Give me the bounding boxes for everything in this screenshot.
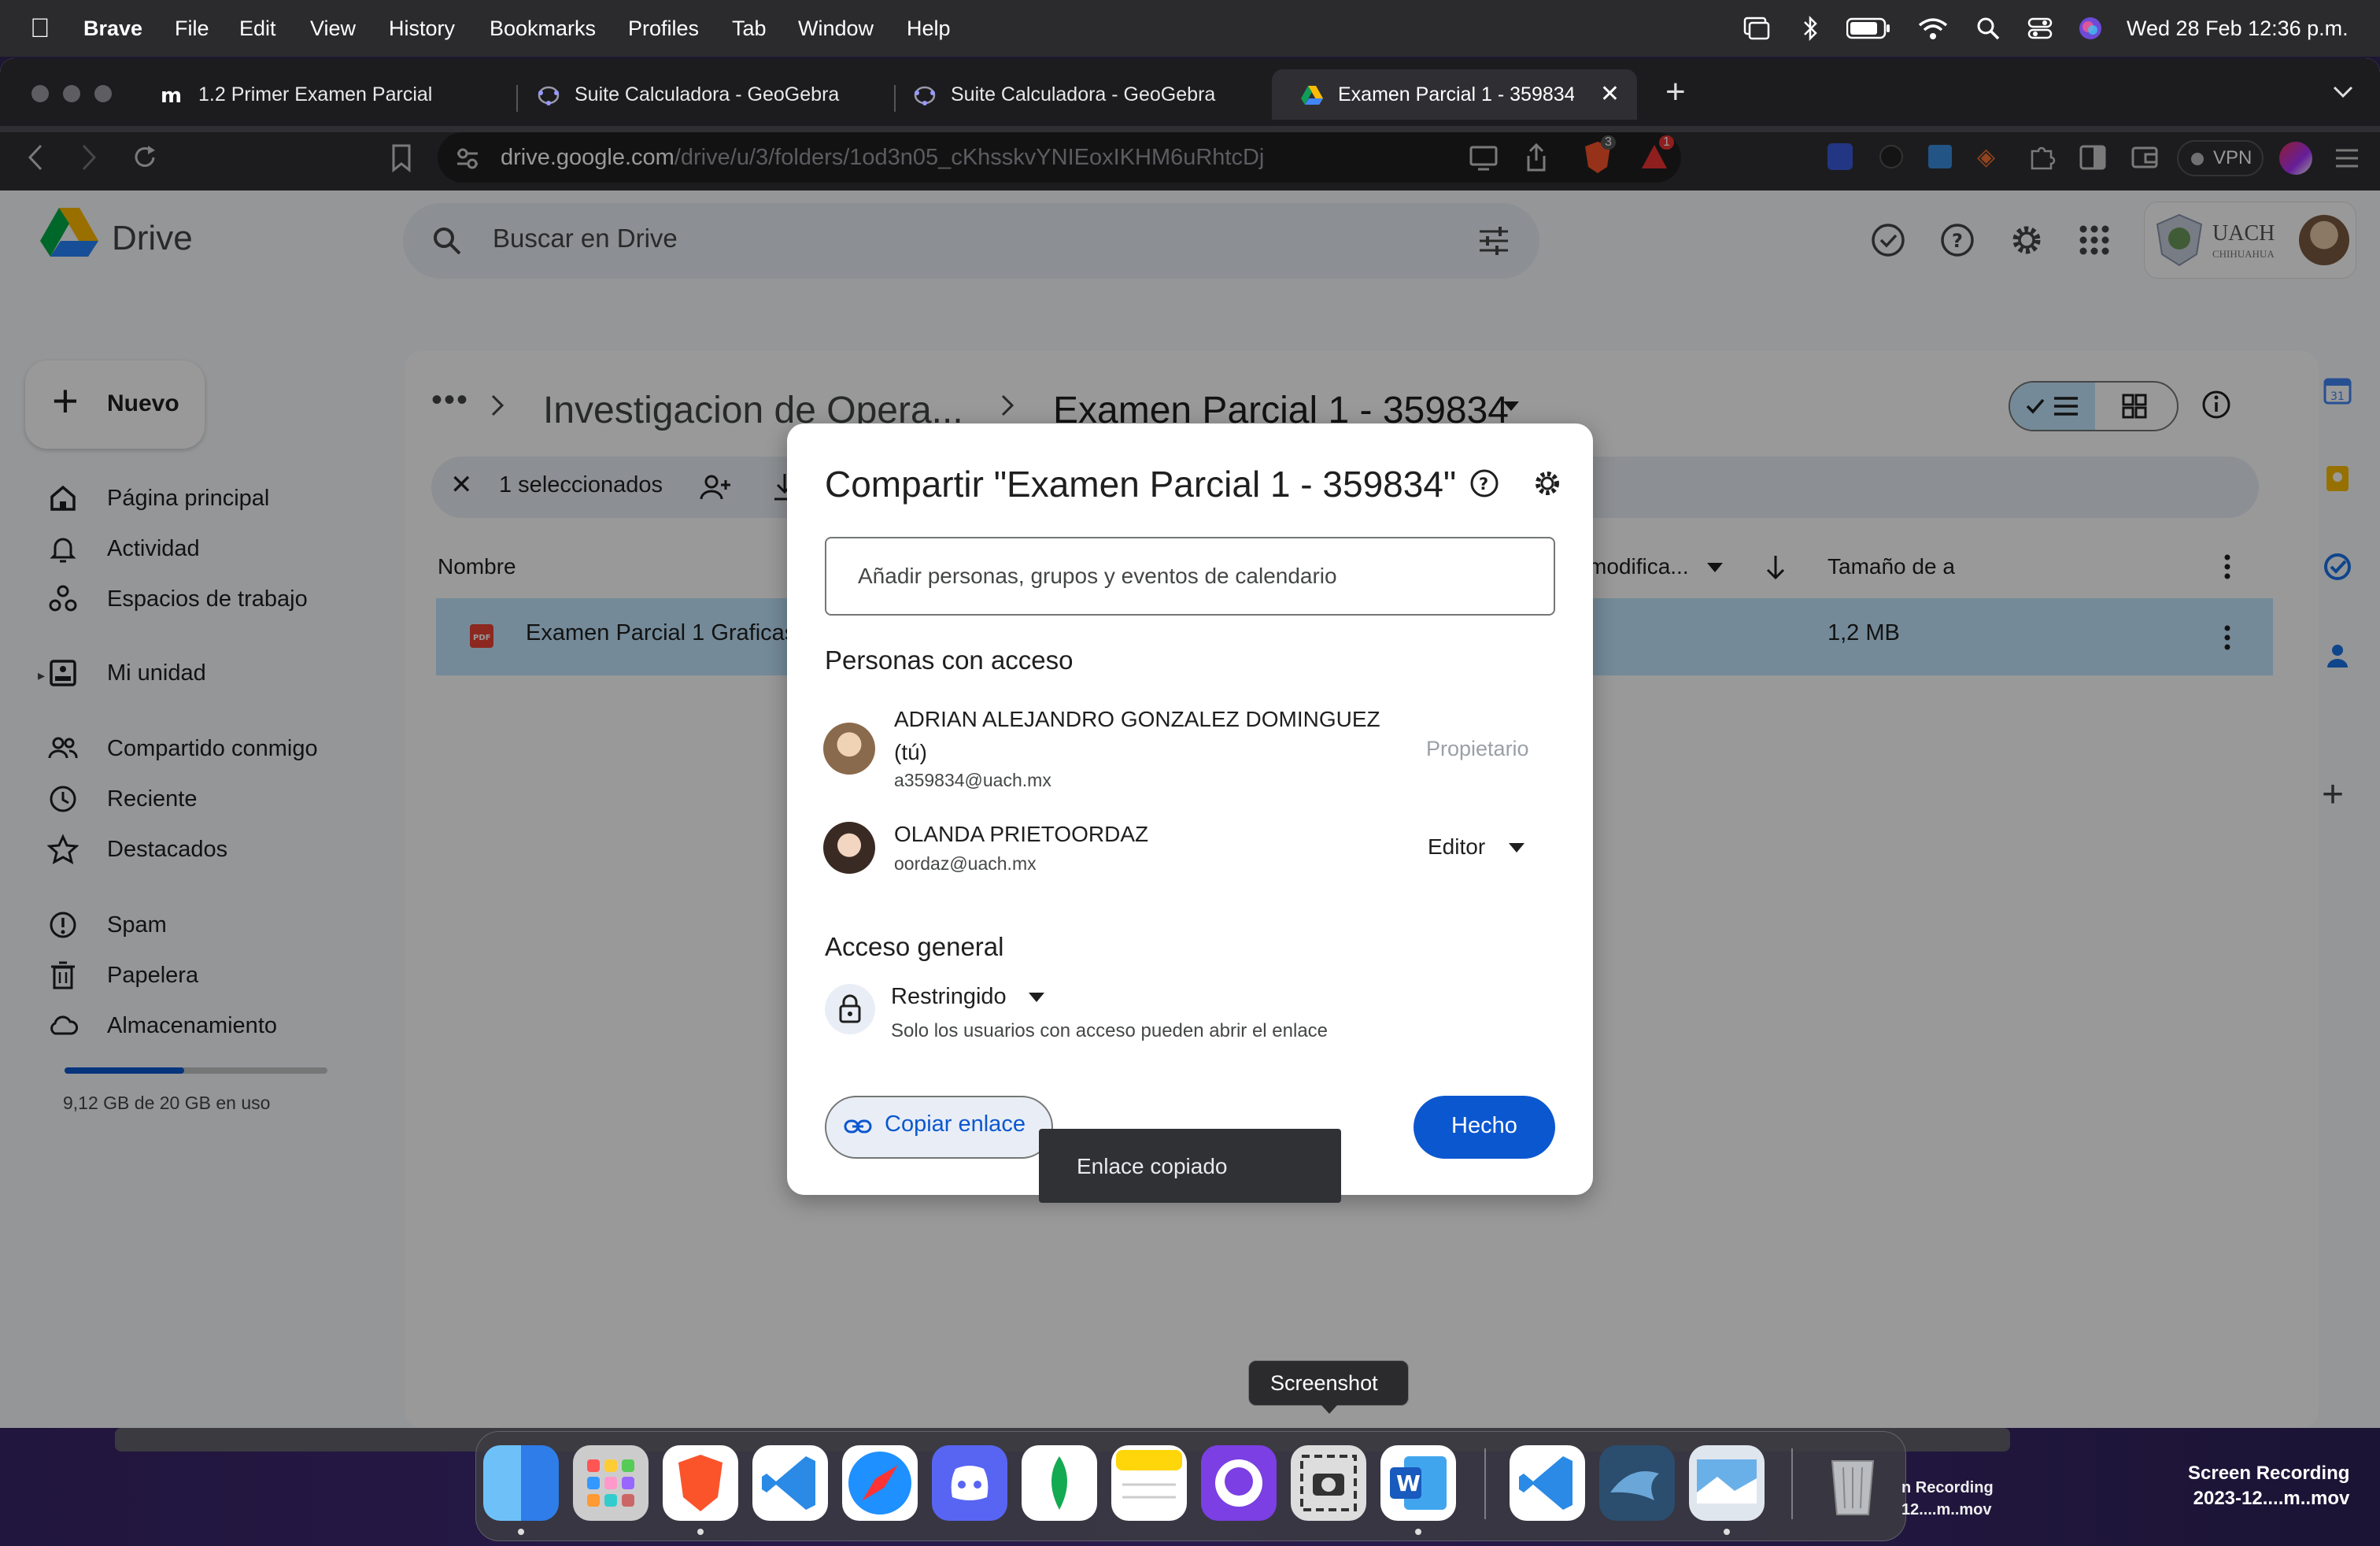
file-label-line2: 2023-12....m..mov xyxy=(2193,1488,2350,1509)
menu-edit[interactable]: Edit xyxy=(239,0,276,57)
browser-tab[interactable]: Suite Calculadora - GeoGebra xyxy=(508,69,886,120)
screen-mirror-icon[interactable] xyxy=(1743,16,1771,41)
running-indicator xyxy=(518,1529,524,1535)
svg-text:W: W xyxy=(1396,1470,1421,1496)
browser-tab-active[interactable]: Examen Parcial 1 - 359834 - G ✕ xyxy=(1272,69,1637,120)
running-indicator xyxy=(1724,1529,1730,1535)
editor-avatar xyxy=(823,822,875,874)
trash-bin-icon[interactable] xyxy=(1815,1445,1890,1521)
siri-icon[interactable] xyxy=(2078,16,2103,41)
tooltip-pointer xyxy=(1321,1404,1338,1414)
screenshot-app-icon[interactable] xyxy=(1291,1445,1366,1521)
bluetooth-icon[interactable] xyxy=(1801,14,1820,43)
dock-separator xyxy=(1484,1448,1486,1519)
tab-bar: m 1.2 Primer Examen Parcial Suite Calcul… xyxy=(0,58,2380,126)
preview-icon[interactable] xyxy=(1689,1445,1765,1521)
safari-icon[interactable] xyxy=(842,1445,918,1521)
chevron-down-icon[interactable] xyxy=(2333,85,2353,99)
menu-clock[interactable]: Wed 28 Feb 12:36 p.m. xyxy=(2127,0,2349,57)
tab-title: Suite Calculadora - GeoGebra xyxy=(951,83,1216,105)
geogebra-icon xyxy=(538,86,560,105)
vscode-icon[interactable] xyxy=(752,1445,828,1521)
help-icon[interactable]: ? xyxy=(1469,468,1500,499)
browser-tab[interactable]: m 1.2 Primer Examen Parcial xyxy=(132,69,510,120)
browser-tab[interactable]: Suite Calculadora - GeoGebra xyxy=(885,69,1262,120)
brave-browser-icon[interactable] xyxy=(663,1445,738,1521)
file-label-line1: Screen Recording xyxy=(2188,1463,2350,1484)
wifi-icon[interactable] xyxy=(1917,16,1949,41)
zoom-window-button[interactable] xyxy=(94,85,112,102)
mysql-workbench-icon[interactable] xyxy=(1599,1445,1675,1521)
owner-name: ADRIAN ALEJANDRO GONZALEZ DOMINGUEZ xyxy=(894,707,1380,731)
battery-icon[interactable] xyxy=(1846,17,1890,39)
owner-email: a359834@uach.mx xyxy=(894,770,1051,790)
menu-profiles[interactable]: Profiles xyxy=(628,0,699,57)
lock-icon xyxy=(839,994,861,1023)
close-tab-icon[interactable]: ✕ xyxy=(1600,80,1620,108)
menu-help[interactable]: Help xyxy=(907,0,951,57)
discord-icon[interactable] xyxy=(932,1445,1007,1521)
partial-file-label-line2: 12....m..mov xyxy=(1901,1501,1992,1518)
geogebra-icon xyxy=(914,86,936,105)
general-access-description: Solo los usuarios con acceso pueden abri… xyxy=(891,1020,1329,1041)
role-dropdown-icon[interactable] xyxy=(1508,842,1525,853)
running-indicator xyxy=(697,1529,704,1535)
moodle-icon: m xyxy=(161,84,182,107)
tab-title: Suite Calculadora - GeoGebra xyxy=(575,83,840,105)
minimize-window-button[interactable] xyxy=(63,85,80,102)
tab-title: Examen Parcial 1 - 359834 - G xyxy=(1338,83,1574,105)
menu-history[interactable]: History xyxy=(389,0,455,57)
control-center-icon[interactable] xyxy=(2027,16,2053,41)
menu-app-name[interactable]: Brave xyxy=(83,0,142,57)
google-drive-icon xyxy=(1301,86,1323,105)
partial-file-label-line1: n Recording xyxy=(1901,1479,1994,1496)
close-window-button[interactable] xyxy=(31,85,49,102)
editor-email: oordaz@uach.mx xyxy=(894,853,1037,874)
owner-role: Propietario xyxy=(1426,737,1529,760)
editor-name: OLANDA PRIETOORDAZ xyxy=(894,822,1149,846)
owner-avatar xyxy=(823,723,875,775)
dock-separator xyxy=(1791,1448,1793,1519)
notes-icon[interactable] xyxy=(1111,1445,1187,1521)
dock-tooltip-label: Screenshot xyxy=(1270,1371,1378,1395)
owner-name-you: (tú) xyxy=(894,740,927,764)
svg-text:?: ? xyxy=(1479,475,1488,494)
menu-bookmarks[interactable]: Bookmarks xyxy=(490,0,596,57)
menu-bar:  Brave File Edit View History Bookmarks… xyxy=(0,0,2380,57)
general-access-dropdown[interactable]: Restringido xyxy=(891,984,1007,1010)
finder-icon[interactable] xyxy=(483,1445,559,1521)
running-indicator xyxy=(1415,1529,1421,1535)
share-settings-gear-icon[interactable] xyxy=(1532,468,1563,499)
desktop-file-screen-recording[interactable]: Screen Recording 2023-12....m..mov xyxy=(2188,1461,2349,1511)
menu-tab[interactable]: Tab xyxy=(732,0,767,57)
general-access-heading: Acceso general xyxy=(825,932,1004,961)
tab-title: 1.2 Primer Examen Parcial xyxy=(198,83,433,105)
vscode-icon[interactable] xyxy=(1510,1445,1585,1521)
new-tab-button[interactable]: + xyxy=(1665,72,1686,112)
snackbar-message: Enlace copiado xyxy=(1077,1154,1228,1178)
apple-icon[interactable]:  xyxy=(30,0,50,57)
spotlight-search-icon[interactable] xyxy=(1975,16,2001,41)
launchpad-icon[interactable] xyxy=(573,1445,649,1521)
menu-file[interactable]: File xyxy=(175,0,209,57)
done-button-label: Hecho xyxy=(1451,1113,1517,1138)
microsoft-word-icon[interactable]: W xyxy=(1380,1445,1456,1521)
partial-desktop-file-label[interactable]: n Recording 12....m..mov xyxy=(1901,1477,1994,1521)
people-with-access-heading: Personas con acceso xyxy=(825,645,1074,675)
editor-role-dropdown[interactable]: Editor xyxy=(1428,834,1485,860)
svg-text:m: m xyxy=(161,84,182,107)
access-dropdown-icon[interactable] xyxy=(1028,992,1045,1003)
copy-link-label: Copiar enlace xyxy=(885,1111,1026,1137)
link-icon xyxy=(844,1119,872,1134)
github-desktop-icon[interactable] xyxy=(1201,1445,1277,1521)
add-people-input[interactable] xyxy=(825,537,1555,616)
menu-view[interactable]: View xyxy=(310,0,356,57)
share-dialog-title: Compartir "Examen Parcial 1 - 359834" xyxy=(825,464,1457,505)
mongodb-compass-icon[interactable] xyxy=(1022,1445,1097,1521)
menu-window[interactable]: Window xyxy=(798,0,874,57)
